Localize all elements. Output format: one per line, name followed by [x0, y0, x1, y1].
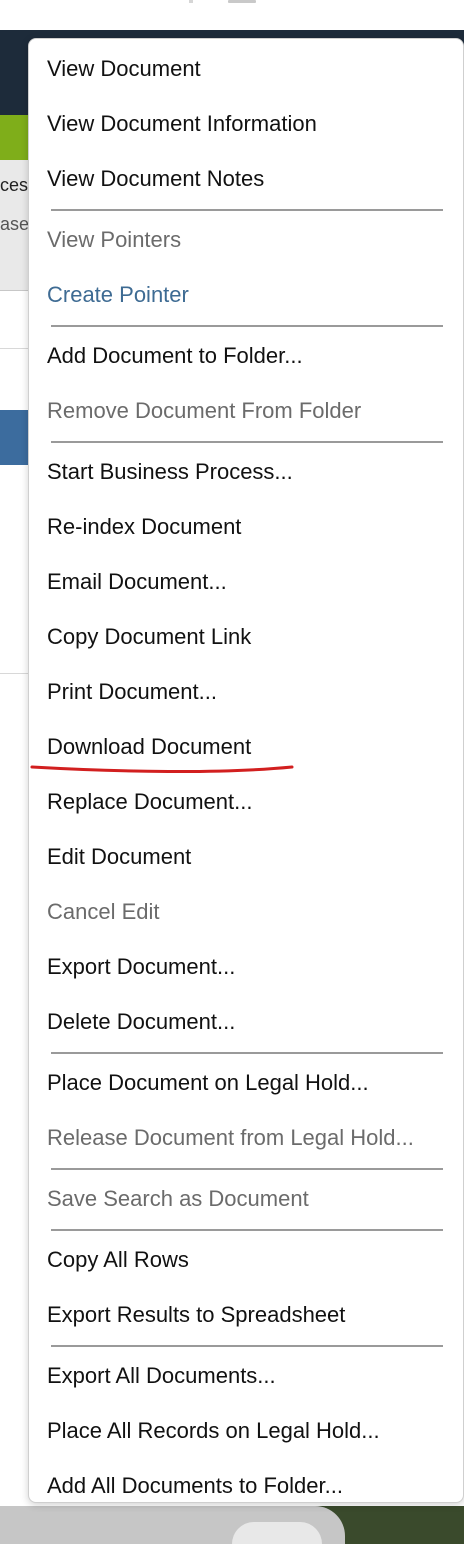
menu-item-start-business-process[interactable]: Start Business Process... — [47, 459, 293, 485]
menu-item-create-pointer[interactable]: Create Pointer — [47, 282, 189, 308]
menu-item-export-results-to-spreadsheet[interactable]: Export Results to Spreadsheet — [47, 1302, 345, 1328]
menu-item-add-document-to-folder[interactable]: Add Document to Folder... — [47, 343, 303, 369]
menu-item-export-document[interactable]: Export Document... — [47, 954, 235, 980]
menu-item-email-document[interactable]: Email Document... — [47, 569, 227, 595]
menu-separator — [51, 209, 443, 211]
menu-item-release-document-from-legal-hold: Release Document from Legal Hold... — [47, 1125, 414, 1150]
menu-separator — [51, 1052, 443, 1054]
context-menu: View Document View Document Information Vi… — [28, 38, 464, 1503]
menu-item-export-all-documents[interactable]: Export All Documents... — [47, 1363, 276, 1389]
top-handle-icon — [228, 0, 256, 3]
bg-clipped-text-2: ase — [0, 214, 30, 234]
menu-item-print-document[interactable]: Print Document... — [47, 679, 217, 705]
menu-item-cancel-edit: Cancel Edit — [47, 899, 160, 924]
menu-item-re-index-document[interactable]: Re-index Document — [47, 514, 241, 540]
trash-icon[interactable] — [232, 1522, 322, 1544]
menu-item-view-document-notes[interactable]: View Document Notes — [47, 166, 264, 192]
bg-clipped-text-1: ces — [0, 175, 29, 195]
menu-separator — [51, 325, 443, 327]
menu-item-edit-document[interactable]: Edit Document — [47, 844, 191, 870]
menu-item-copy-document-link[interactable]: Copy Document Link — [47, 624, 251, 650]
menu-item-download-document[interactable]: Download Document — [47, 734, 251, 760]
menu-item-replace-document[interactable]: Replace Document... — [47, 789, 252, 815]
menu-separator — [51, 1229, 443, 1231]
menu-item-view-pointers: View Pointers — [47, 227, 182, 252]
app-top-strip — [0, 0, 464, 30]
menu-item-place-document-on-legal-hold[interactable]: Place Document on Legal Hold... — [47, 1070, 369, 1096]
top-divider-mark — [189, 0, 193, 3]
menu-item-add-all-documents-to-folder[interactable]: Add All Documents to Folder... — [47, 1473, 343, 1499]
menu-item-save-search-as-document: Save Search as Document — [47, 1186, 309, 1211]
menu-item-place-all-records-on-legal-hold[interactable]: Place All Records on Legal Hold... — [47, 1418, 380, 1444]
menu-item-copy-all-rows[interactable]: Copy All Rows — [47, 1247, 189, 1273]
menu-separator — [51, 1168, 443, 1170]
menu-item-view-document[interactable]: View Document — [47, 56, 201, 82]
menu-separator — [51, 1345, 443, 1347]
menu-item-view-document-information[interactable]: View Document Information — [47, 111, 317, 137]
menu-item-remove-document-from-folder: Remove Document From Folder — [47, 398, 362, 423]
menu-separator — [51, 441, 443, 443]
menu-item-delete-document[interactable]: Delete Document... — [47, 1009, 235, 1035]
